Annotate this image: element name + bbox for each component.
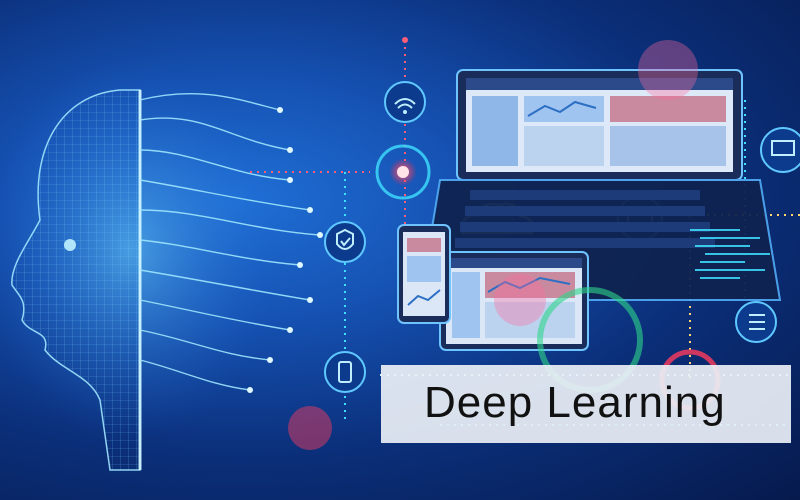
- glowing-node: [375, 144, 431, 200]
- wireframe-head: [0, 60, 323, 471]
- desktop-icon: [760, 127, 800, 173]
- list-icon: [735, 301, 777, 343]
- caption-title: Deep Learning: [424, 378, 726, 427]
- deep-learning-illustration: Deep Learning: [0, 0, 800, 500]
- shield-check-icon: [324, 221, 366, 263]
- smartphone-icon: [324, 351, 366, 393]
- wifi-icon: [384, 81, 426, 123]
- phone-illustration: [397, 224, 451, 324]
